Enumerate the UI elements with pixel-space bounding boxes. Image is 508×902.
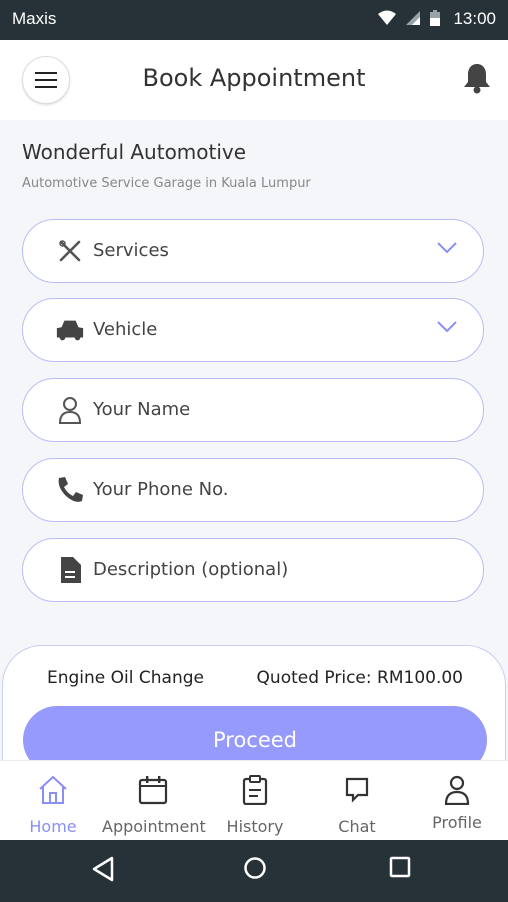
wifi-icon — [378, 10, 396, 25]
bell-icon — [464, 64, 490, 94]
tab-label: Profile — [432, 813, 482, 832]
tab-label: Home — [29, 817, 77, 836]
home-nav-icon[interactable] — [243, 856, 267, 880]
chat-icon — [345, 777, 369, 803]
phone-input[interactable]: Your Phone No. — [22, 458, 484, 522]
tools-icon — [55, 236, 85, 266]
battery-icon — [430, 10, 440, 26]
name-placeholder: Your Name — [93, 399, 191, 420]
tab-label: History — [226, 817, 284, 836]
services-label: Services — [93, 240, 169, 261]
status-icons — [378, 10, 440, 26]
signal-icon — [406, 11, 420, 25]
person-icon — [55, 395, 85, 425]
name-input[interactable]: Your Name — [22, 378, 484, 442]
calendar-icon — [138, 776, 168, 805]
clipboard-icon — [242, 775, 268, 805]
chevron-down-icon — [437, 242, 457, 254]
tab-chat[interactable]: Chat — [306, 761, 408, 841]
phone-placeholder: Your Phone No. — [93, 479, 229, 500]
profile-icon — [444, 775, 470, 805]
description-placeholder: Description (optional) — [93, 559, 289, 580]
services-select[interactable]: Services — [22, 219, 484, 283]
vehicle-select[interactable]: Vehicle — [22, 298, 484, 362]
system-nav-bar — [0, 840, 508, 902]
vehicle-label: Vehicle — [93, 319, 158, 340]
carrier-name: Maxis — [12, 9, 57, 28]
recents-icon[interactable] — [389, 856, 411, 878]
bottom-tab-bar: Home Appointment History Chat Profile — [0, 760, 508, 841]
chevron-down-icon — [437, 321, 457, 333]
quoted-price: Quoted Price: RM100.00 — [256, 668, 463, 688]
document-icon — [55, 555, 85, 585]
tab-profile[interactable]: Profile — [406, 761, 508, 841]
garage-name: Wonderful Automotive — [22, 140, 247, 164]
app-header: Book Appointment — [0, 40, 508, 120]
description-input[interactable]: Description (optional) — [22, 538, 484, 602]
notification-button[interactable] — [462, 62, 492, 98]
garage-subtitle: Automotive Service Garage in Kuala Lumpu… — [22, 176, 311, 191]
tab-label: Appointment — [102, 817, 206, 836]
page-title: Book Appointment — [142, 64, 366, 92]
selected-service: Engine Oil Change — [47, 668, 204, 688]
back-icon[interactable] — [92, 856, 114, 882]
status-bar: Maxis 13:00 — [0, 0, 508, 40]
phone-icon — [55, 475, 85, 505]
home-icon — [39, 775, 67, 804]
tab-appointment[interactable]: Appointment — [102, 761, 206, 841]
clock: 13:00 — [453, 9, 496, 28]
car-icon — [55, 315, 85, 345]
tab-history[interactable]: History — [204, 761, 306, 841]
tab-label: Chat — [338, 817, 376, 836]
tab-home[interactable]: Home — [2, 761, 104, 841]
